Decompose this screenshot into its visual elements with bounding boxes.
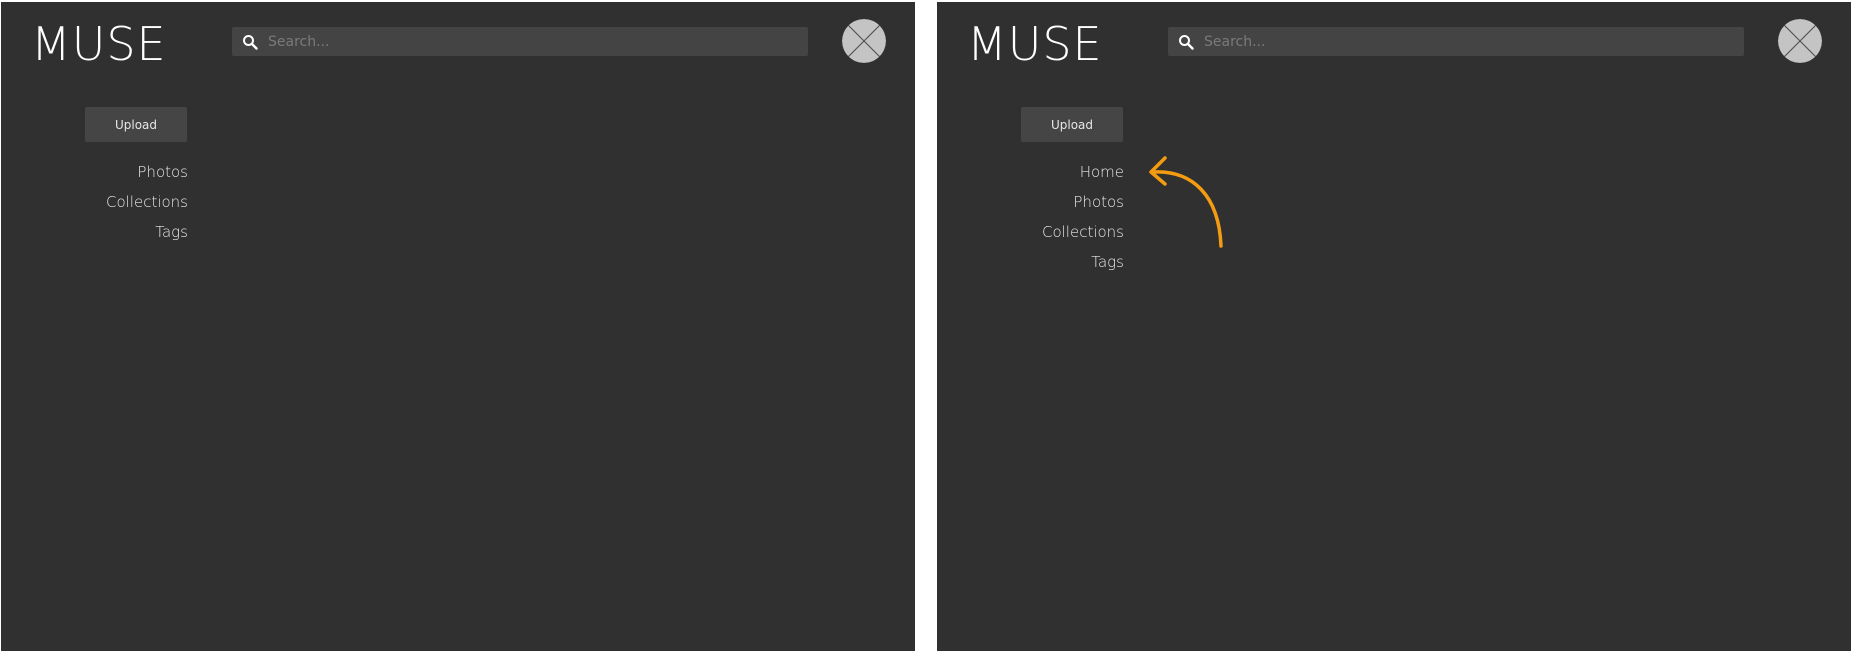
nav-item-tags[interactable]: Tags bbox=[106, 217, 188, 247]
user-avatar[interactable] bbox=[842, 19, 886, 63]
search-bar[interactable] bbox=[232, 27, 808, 56]
nav-item-collections[interactable]: Collections bbox=[106, 187, 188, 217]
upload-button[interactable]: Upload bbox=[1021, 107, 1123, 142]
nav-item-collections[interactable]: Collections bbox=[1042, 217, 1124, 247]
user-avatar[interactable] bbox=[1778, 19, 1822, 63]
sidebar-nav: Photos Collections Tags bbox=[106, 157, 188, 247]
search-icon bbox=[243, 34, 258, 50]
search-input[interactable] bbox=[268, 27, 808, 56]
search-icon bbox=[1179, 34, 1194, 50]
avatar-placeholder-icon bbox=[842, 19, 886, 63]
app-screen-after: MUSE Upload Home Photos Collections Tags bbox=[937, 2, 1851, 651]
nav-item-home[interactable]: Home bbox=[1042, 157, 1124, 187]
upload-button[interactable]: Upload bbox=[85, 107, 187, 142]
app-logo[interactable]: MUSE bbox=[967, 16, 1103, 72]
nav-item-photos[interactable]: Photos bbox=[1042, 187, 1124, 217]
app-logo[interactable]: MUSE bbox=[31, 16, 167, 72]
sidebar-nav: Home Photos Collections Tags bbox=[1042, 157, 1124, 277]
wireframe-comparison: MUSE Upload Photos Collections Tags MUSE bbox=[0, 0, 1852, 651]
avatar-placeholder-icon bbox=[1778, 19, 1822, 63]
nav-item-tags[interactable]: Tags bbox=[1042, 247, 1124, 277]
nav-item-photos[interactable]: Photos bbox=[106, 157, 188, 187]
search-input[interactable] bbox=[1204, 27, 1744, 56]
search-bar[interactable] bbox=[1168, 27, 1744, 56]
curved-arrow-icon bbox=[1149, 156, 1223, 248]
app-screen-before: MUSE Upload Photos Collections Tags bbox=[1, 2, 915, 651]
